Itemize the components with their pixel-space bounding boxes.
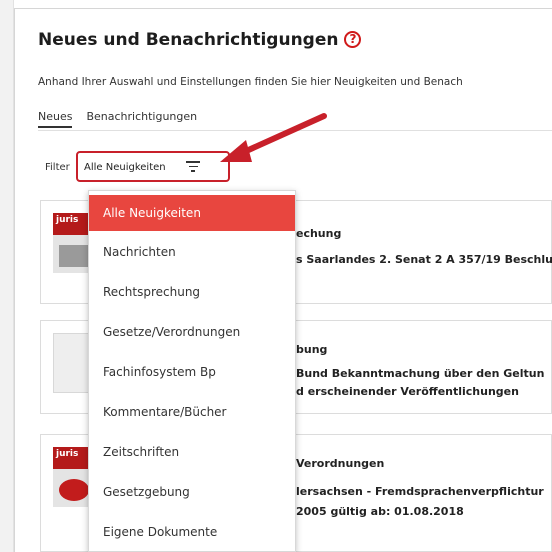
menu-item-alle-neuigkeiten[interactable]: Alle Neuigkeiten [89,195,295,231]
page-description: Anhand Ihrer Auswahl und Einstellungen f… [38,76,463,88]
menu-item-gesetze-verordnungen[interactable]: Gesetze/Verordnungen [89,315,295,349]
menu-item-zeitschriften[interactable]: Zeitschriften [89,435,295,469]
horse-icon [59,479,89,501]
tab-neues[interactable]: Neues [38,110,73,128]
menu-item-gesetzgebung[interactable]: Gesetzgebung [89,475,295,509]
card-subtitle-2: d erscheinender Veröffentlichungen [296,385,519,398]
filter-dropdown-menu: Alle Neuigkeiten Nachrichten Rechtsprech… [88,190,296,552]
card-subtitle: s Saarlandes 2. Senat 2 A 357/19 Beschlu [296,253,552,266]
page-title: Neues und Benachrichtigungen? [38,30,362,50]
card-title: bung [296,343,328,356]
pointer-arrow [220,113,327,162]
filter-label: Filter [45,162,70,173]
help-icon[interactable]: ? [344,31,362,48]
tab-bar: Neues Benachrichtigungen [38,110,197,128]
tab-benachrichtigungen[interactable]: Benachrichtigungen [86,110,197,128]
menu-item-fachinfosystem-bp[interactable]: Fachinfosystem Bp [89,355,295,389]
menu-item-rechtsprechung[interactable]: Rechtsprechung [89,275,295,309]
menu-item-eigene-dokumente[interactable]: Eigene Dokumente [89,515,295,549]
left-panel-edge [0,0,14,552]
card-title: Verordnungen [296,457,385,470]
menu-item-nachrichten[interactable]: Nachrichten [89,235,295,269]
card-subtitle: Bund Bekanntmachung über den Geltun [296,367,545,380]
card-subtitle: lersachsen - Fremdsprachenverpflichtur [296,485,544,498]
card-subtitle-2: 2005 gültig ab: 01.08.2018 [296,505,464,518]
gavel-icon [59,245,89,267]
menu-item-kommentare-buecher[interactable]: Kommentare/Bücher [89,395,295,429]
card-title: echung [296,227,342,240]
